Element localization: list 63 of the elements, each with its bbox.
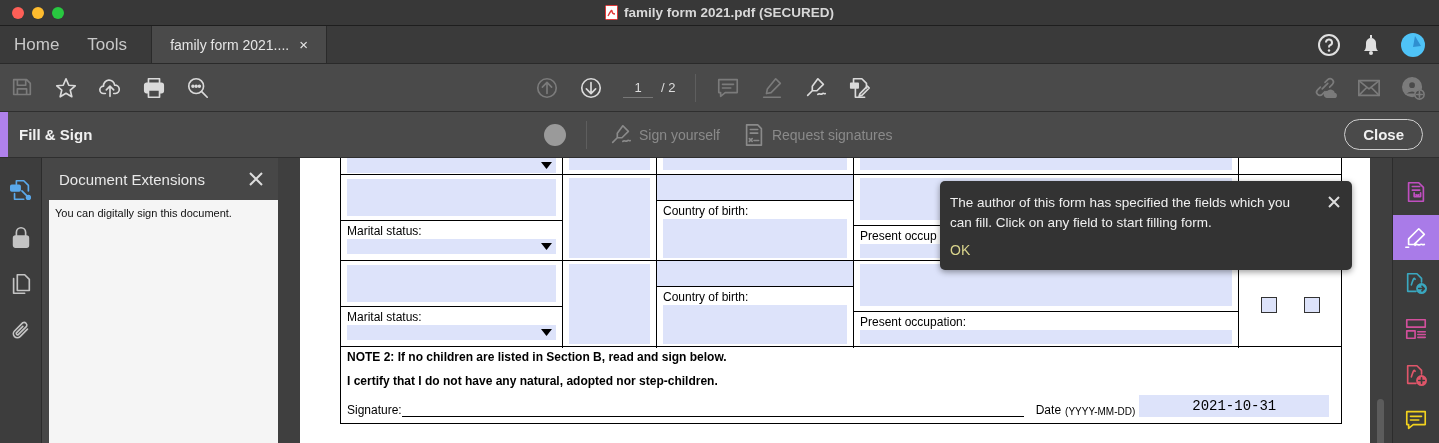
tab[interactable]: Home	[0, 26, 74, 63]
tooltip-text: The author of this form has specified the fields which you can fill. Click on any field to start filling form.	[950, 194, 1291, 232]
input-field[interactable]	[663, 219, 847, 258]
toolbar-title: Fill & Sign	[19, 126, 94, 143]
help-icon[interactable]	[1317, 32, 1341, 57]
date-field[interactable]: 2021-10-31	[1139, 395, 1330, 417]
minimize-window-button[interactable]	[32, 6, 44, 19]
color-swatch[interactable]	[544, 123, 566, 146]
input-field[interactable]	[347, 265, 556, 302]
maximize-window-button[interactable]	[52, 6, 64, 19]
close-tab-button[interactable]: ×	[299, 36, 308, 53]
statement-text: I certify that I do not have any natural, adopted nor step-children.	[347, 374, 719, 388]
pdf-file-icon	[604, 5, 618, 20]
field-label: Country of birth:	[662, 289, 750, 305]
checkbox[interactable]	[1260, 296, 1277, 313]
dropdown-field[interactable]	[347, 239, 556, 254]
dropdown-arrow-icon[interactable]	[541, 162, 552, 169]
input-field[interactable]	[569, 158, 650, 170]
field-label: Country of birth:	[662, 203, 750, 219]
dropdown-field[interactable]	[347, 158, 556, 173]
close-window-button[interactable]	[12, 6, 24, 19]
tab[interactable]: family form 2021.... ×	[151, 26, 328, 63]
input-field[interactable]	[663, 305, 847, 344]
field-label: Date	[1035, 403, 1062, 417]
dropdown-arrow-icon[interactable]	[541, 329, 552, 336]
scrollbar-thumb[interactable]	[1377, 399, 1384, 443]
arrow-down-icon[interactable]	[579, 75, 603, 100]
page-number-field[interactable]: 1	[623, 77, 653, 98]
input-field[interactable]	[657, 261, 853, 286]
input-field[interactable]	[860, 158, 1232, 170]
dropdown-field[interactable]	[347, 325, 556, 340]
layout-icon[interactable]	[1404, 316, 1428, 341]
edit-document-icon[interactable]	[848, 75, 873, 100]
window-title: family form 2021.pdf (SECURED)	[623, 5, 834, 20]
note-text: NOTE 2: If no children are listed in Section B, read and sign below.	[347, 350, 728, 364]
star-icon[interactable]	[54, 75, 78, 100]
pdf-plus-icon[interactable]	[1404, 362, 1428, 387]
pdf-arrow-icon[interactable]	[1404, 271, 1428, 296]
ok-link[interactable]: OK	[950, 242, 971, 258]
field-label: Marital status:	[346, 223, 423, 239]
input-field[interactable]	[663, 158, 847, 170]
field-label: Present occupation:	[859, 314, 968, 330]
field-label: Present occup	[859, 228, 938, 244]
input-field[interactable]	[657, 175, 853, 200]
field-label: Marital status:	[346, 309, 423, 325]
search-icon[interactable]	[186, 75, 210, 100]
avatar-icon[interactable]	[1401, 32, 1425, 57]
field-label: Signature:	[347, 403, 402, 417]
date-format-hint: (YYYY-MM-DD)	[1065, 406, 1136, 417]
input-field[interactable]	[347, 179, 556, 216]
input-field[interactable]	[860, 330, 1232, 344]
printer-icon[interactable]	[142, 75, 166, 100]
page-count: / 2	[661, 80, 676, 95]
dropdown-arrow-icon[interactable]	[541, 243, 552, 250]
close-icon[interactable]	[248, 171, 264, 187]
input-field[interactable]	[569, 178, 650, 258]
tab[interactable]: Tools	[73, 26, 142, 63]
accent-stripe	[0, 112, 8, 157]
panel-title: Document Extensions	[59, 170, 205, 188]
close-icon[interactable]	[1328, 196, 1340, 208]
checkbox[interactable]	[1303, 296, 1320, 313]
panel-text: You can digitally sign this document.	[55, 207, 232, 219]
input-field[interactable]	[569, 264, 650, 344]
